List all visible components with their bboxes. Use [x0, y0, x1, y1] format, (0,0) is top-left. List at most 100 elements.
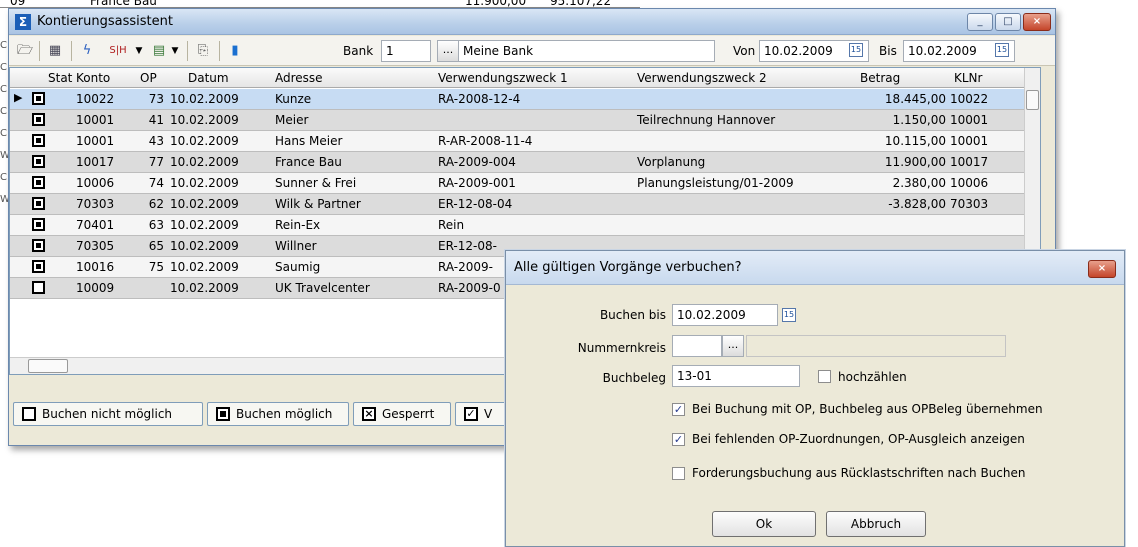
cell-betrag: 2.380,00 — [892, 176, 946, 190]
chevron-down-icon[interactable]: ▼ — [169, 42, 181, 60]
bg-edge-letter: C — [0, 84, 7, 95]
cell-konto: 10017 — [76, 155, 115, 169]
cell-op: 62 — [148, 197, 164, 211]
cell-adresse: France Bau — [275, 155, 342, 169]
cell-klnr: 10006 — [950, 176, 989, 190]
opt1-label: Bei Buchung mit OP, Buchbeleg aus OPBele… — [692, 402, 1043, 416]
filled-box-icon — [32, 260, 45, 273]
filled-box-icon — [216, 407, 230, 421]
bank-input[interactable]: 1 — [381, 40, 431, 62]
toolbar-separator — [71, 41, 72, 61]
col-header-op[interactable]: OP — [140, 71, 157, 85]
cell-konto: 70305 — [76, 239, 115, 253]
col-header-vz1[interactable]: Verwendungszweck 1 — [438, 71, 568, 85]
toolbar-separator — [187, 41, 188, 61]
table-row[interactable]: 10001 41 10.02.2009 Meier Teilrechnung Hanno… — [10, 110, 1026, 131]
abbruch-button[interactable]: Abbruch — [826, 511, 926, 537]
cell-vz1: RA-2009- — [438, 260, 493, 274]
legend-label: Buchen möglich — [236, 407, 333, 421]
legend-v[interactable]: ✓ V — [455, 402, 509, 426]
lightning-icon[interactable]: ϟ — [77, 42, 97, 60]
col-header-vz2[interactable]: Verwendungszweck 2 — [637, 71, 767, 85]
scroll-thumb[interactable] — [1026, 90, 1039, 110]
buchen-bis-input[interactable]: 10.02.2009 — [672, 304, 778, 326]
maximize-button[interactable]: □ — [995, 13, 1021, 31]
calendar-icon[interactable]: 15 — [782, 308, 796, 322]
bg-edge-letter: W — [0, 150, 10, 161]
opt3-checkbox[interactable] — [672, 467, 685, 480]
check-box-icon: ✓ — [464, 407, 478, 421]
col-header-stat[interactable]: Stat — [48, 71, 72, 85]
cell-vz2: Planungsleistung/01-2009 — [637, 176, 794, 190]
col-header-adresse[interactable]: Adresse — [275, 71, 323, 85]
cell-vz1: ER-12-08-04 — [438, 197, 513, 211]
cell-adresse: UK Travelcenter — [275, 281, 370, 295]
chevron-down-icon[interactable]: ▼ — [133, 42, 145, 60]
row-pointer-icon: ▶ — [14, 91, 23, 104]
ok-button[interactable]: Ok — [712, 511, 816, 537]
bg-edge-letter: C — [0, 40, 7, 51]
close-button[interactable]: × — [1023, 13, 1051, 31]
cell-adresse: Rein-Ex — [275, 218, 321, 232]
cell-vz2: Teilrechnung Hannover — [637, 113, 776, 127]
minimize-button[interactable]: _ — [967, 13, 993, 31]
hochzaehlen-checkbox[interactable] — [818, 370, 831, 383]
cell-adresse: Saumig — [275, 260, 321, 274]
legend-buchen-moeglich[interactable]: Buchen möglich — [207, 402, 349, 426]
nummernkreis-label: Nummernkreis — [577, 341, 666, 355]
scroll-thumb[interactable] — [28, 359, 68, 373]
cell-konto: 10006 — [76, 176, 115, 190]
book-icon[interactable]: ▮ — [225, 42, 245, 60]
cell-konto: 70401 — [76, 218, 115, 232]
sigma-app-icon: Σ — [15, 14, 31, 30]
cell-datum: 10.02.2009 — [170, 197, 239, 211]
bg-row-left: 09 — [10, 0, 26, 8]
cell-vz1: R-AR-2008-11-4 — [438, 134, 533, 148]
properties-icon[interactable]: ▦ — [45, 42, 65, 60]
open-folder-icon[interactable]: 🗁 — [15, 42, 35, 60]
filled-box-icon — [32, 92, 45, 105]
cell-datum: 10.02.2009 — [170, 176, 239, 190]
col-header-datum[interactable]: Datum — [188, 71, 229, 85]
dialog-close-button[interactable]: × — [1088, 260, 1116, 278]
cell-konto: 10022 — [76, 92, 115, 106]
sh-split-icon[interactable]: S|H — [103, 42, 133, 60]
empty-box-icon — [32, 281, 45, 294]
opt2-checkbox[interactable]: ✓ — [672, 433, 685, 446]
dialog-title: Alle gültigen Vorgänge verbuchen? — [514, 260, 742, 275]
table-row[interactable]: 70401 63 10.02.2009 Rein-Ex Rein — [10, 215, 1026, 236]
table-row[interactable]: ▶ 10022 73 10.02.2009 Kunze RA-2008-12-4 18.44… — [10, 89, 1026, 110]
calendar-icon[interactable]: 15 — [995, 43, 1009, 57]
cell-op: 75 — [148, 260, 164, 274]
cell-klnr: 10001 — [950, 113, 989, 127]
cell-datum: 10.02.2009 — [170, 113, 239, 127]
legend-buchen-nicht-moeglich[interactable]: Buchen nicht möglich — [13, 402, 203, 426]
cell-datum: 10.02.2009 — [170, 218, 239, 232]
buchbeleg-input[interactable]: 13-01 — [672, 365, 800, 387]
table-row[interactable]: 10017 77 10.02.2009 France Bau RA-2009-004 Vo… — [10, 152, 1026, 173]
bank-lookup-button[interactable]: ... — [437, 40, 459, 62]
cell-klnr: 70303 — [950, 197, 989, 211]
nummernkreis-lookup-button[interactable]: ... — [722, 335, 744, 357]
legend-gesperrt[interactable]: × Gesperrt — [353, 402, 451, 426]
table-row[interactable]: 70303 62 10.02.2009 Wilk & Partner ER-12-08-… — [10, 194, 1026, 215]
table-row[interactable]: 10006 74 10.02.2009 Sunner & Frei RA-2009-00… — [10, 173, 1026, 194]
window-titlebar[interactable]: Σ Kontierungsassistent _ □ × — [9, 9, 1055, 35]
col-header-betrag[interactable]: Betrag — [860, 71, 900, 85]
von-label: Von — [733, 44, 756, 58]
print-icon[interactable]: ▤ — [149, 42, 169, 60]
bg-edge-letter: C — [0, 62, 7, 73]
table-row[interactable]: 10001 43 10.02.2009 Hans Meier R-AR-2008-11-… — [10, 131, 1026, 152]
dialog-titlebar[interactable]: Alle gültigen Vorgänge verbuchen? × — [506, 251, 1124, 285]
cell-op: 63 — [148, 218, 164, 232]
col-header-konto[interactable]: Konto — [76, 71, 110, 85]
cell-vz1: RA-2009-0 — [438, 281, 501, 295]
col-header-klnr[interactable]: KLNr — [954, 71, 982, 85]
cell-betrag: 18.445,00 — [884, 92, 946, 106]
nummernkreis-input[interactable] — [672, 335, 722, 357]
opt1-checkbox[interactable]: ✓ — [672, 403, 685, 416]
export-icon[interactable]: ⎘ — [193, 42, 213, 60]
cell-datum: 10.02.2009 — [170, 281, 239, 295]
calendar-icon[interactable]: 15 — [849, 43, 863, 57]
cell-datum: 10.02.2009 — [170, 92, 239, 106]
